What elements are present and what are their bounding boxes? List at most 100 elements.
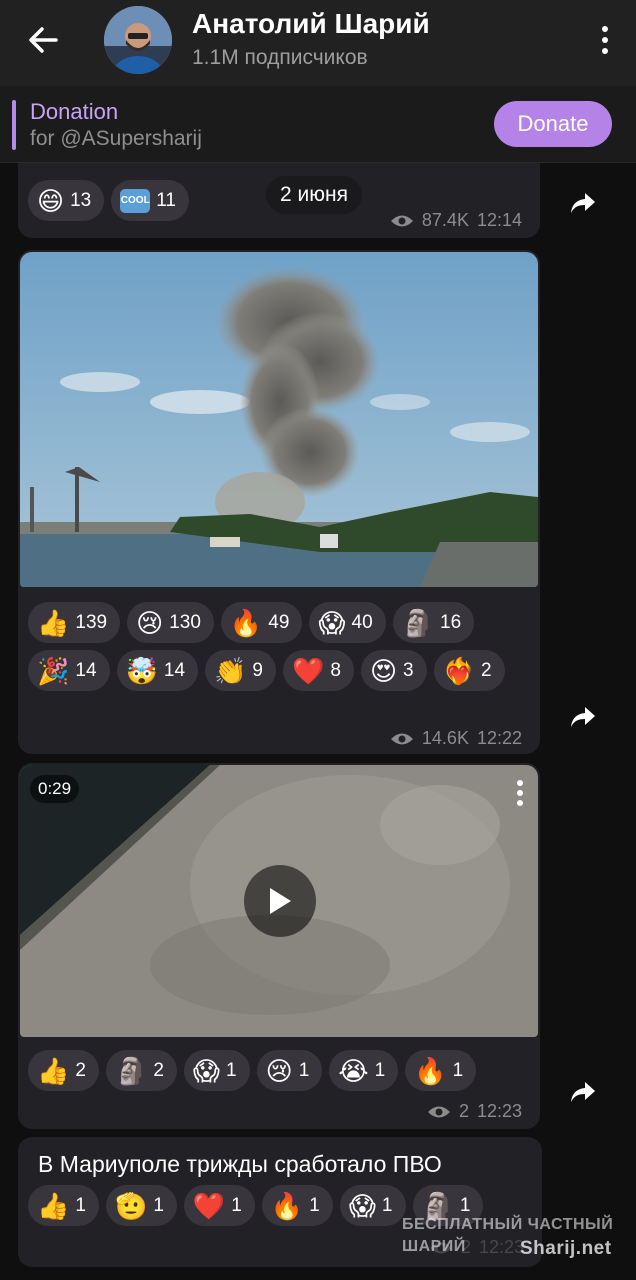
reactions-row: 😄 13 COOL 11	[28, 180, 189, 221]
share-arrow-icon	[571, 707, 595, 727]
reaction-count: 2	[481, 659, 492, 681]
screaming-emoji-icon: 😱	[318, 607, 346, 638]
view-count: 2	[458, 1101, 469, 1121]
share-button[interactable]	[560, 180, 606, 226]
play-icon	[270, 888, 291, 914]
message-meta: 2 12:23	[427, 1101, 522, 1122]
eye-icon	[427, 1106, 450, 1117]
share-arrow-icon	[571, 193, 595, 213]
message-meta: 87.4K 12:14	[390, 210, 522, 231]
thumbs-up-emoji-icon: 👍	[37, 1055, 70, 1086]
video-duration: 0:29	[30, 775, 80, 803]
reaction-count: 1	[298, 1059, 310, 1081]
screaming-emoji-icon: 😱	[192, 1055, 221, 1086]
telegram-channel-view: { "header": { "title": "Анатолий Шарий",…	[0, 0, 636, 1280]
reaction-count: 13	[70, 189, 92, 211]
reaction-chip[interactable]: ❤️ 1	[183, 1185, 255, 1226]
reaction-chip[interactable]: ❤️‍🔥 2	[433, 650, 505, 691]
reaction-count: 1	[153, 1194, 164, 1216]
reaction-chip[interactable]: 🗿 2	[105, 1050, 177, 1091]
fire-emoji-icon: 🔥	[270, 1190, 304, 1221]
reaction-chip[interactable]: 👏 9	[205, 650, 276, 691]
channel-avatar[interactable]	[104, 6, 172, 74]
photo-smoke-over-port[interactable]	[20, 252, 538, 587]
reaction-count: 49	[268, 611, 290, 633]
message-time: 12:22	[476, 728, 522, 748]
reaction-chip[interactable]: 😢 1	[256, 1050, 323, 1091]
donation-accent-line	[12, 100, 16, 150]
share-button[interactable]	[560, 694, 606, 740]
donation-title: Donation	[30, 99, 119, 124]
eye-icon	[390, 215, 413, 226]
reactions-row: 👍 2 🗿 2 😱 1 😢 1 😭 1 🔥 1	[28, 1050, 477, 1091]
reaction-chip[interactable]: 😄 13	[28, 180, 105, 221]
crying-emoji-icon: 😢	[265, 1055, 293, 1086]
message-time: 12:14	[476, 210, 522, 230]
message-text: В Мариуполе трижды сработало ПВО	[38, 1151, 442, 1177]
heart-emoji-icon: ❤️	[192, 1190, 226, 1221]
reaction-chip[interactable]: COOL 11	[111, 180, 189, 221]
fire-emoji-icon: 🔥	[414, 1055, 447, 1086]
reaction-count: 1	[309, 1194, 320, 1216]
reaction-count: 3	[403, 659, 414, 681]
reaction-chip[interactable]: ❤️ 8	[282, 650, 354, 691]
reaction-chip[interactable]: 😢 130	[127, 602, 214, 643]
screaming-emoji-icon: 😱	[348, 1190, 376, 1221]
heart-eyes-emoji-icon: 😍	[369, 655, 398, 686]
reaction-count: 130	[169, 611, 201, 633]
donate-button[interactable]: Donate	[494, 101, 612, 147]
video-concrete-surface[interactable]: 0:29	[20, 765, 538, 1037]
reaction-chip[interactable]: 👍 2	[28, 1050, 99, 1091]
reaction-chip[interactable]: 🔥 1	[405, 1050, 477, 1091]
heart-on-fire-emoji-icon: ❤️‍🔥	[442, 655, 475, 686]
reaction-count: 9	[252, 659, 263, 681]
reaction-chip[interactable]: 🎉 14	[28, 650, 110, 691]
reaction-chip[interactable]: 👍 139	[28, 602, 121, 643]
reaction-chip[interactable]: 😱 40	[309, 602, 386, 643]
share-arrow-icon	[571, 1082, 595, 1102]
crying-emoji-icon: 😢	[136, 607, 164, 638]
reaction-chip[interactable]: 👍 1	[28, 1185, 99, 1226]
reaction-count: 14	[75, 659, 97, 681]
reaction-chip[interactable]: 🗿 16	[392, 602, 475, 643]
reaction-count: 16	[440, 611, 462, 633]
eye-icon	[390, 733, 413, 744]
reaction-chip[interactable]: 😭 1	[329, 1050, 399, 1091]
exploding-head-emoji-icon: 🤯	[125, 655, 158, 686]
reaction-count: 1	[381, 1194, 393, 1216]
donation-bar[interactable]: Donation for @ASupersharij Donate	[0, 86, 636, 163]
share-button[interactable]	[560, 1069, 606, 1115]
loudly-crying-emoji-icon: 😭	[338, 1055, 369, 1086]
reaction-chip[interactable]: 🔥 1	[261, 1185, 333, 1226]
watermark-line1: БЕСПЛАТНЫЙ ЧАСТНЫЙ	[402, 1216, 614, 1233]
reaction-chip[interactable]: 😱 1	[183, 1050, 250, 1091]
thumbs-up-emoji-icon: 👍	[37, 1190, 70, 1221]
heart-emoji-icon: ❤️	[291, 655, 325, 686]
play-button[interactable]	[244, 865, 316, 937]
date-separator: 2 июня	[266, 176, 362, 214]
watermark: БЕСПЛАТНЫЙ ЧАСТНЫЙ ШАРИЙ Sharij.net	[402, 1214, 634, 1259]
reaction-chip[interactable]: 🤯 14	[116, 650, 199, 691]
clapping-emoji-icon: 👏	[214, 655, 247, 686]
reaction-count: 14	[163, 659, 186, 681]
fire-emoji-icon: 🔥	[229, 607, 263, 638]
moai-emoji-icon: 🗿	[114, 1055, 148, 1086]
reaction-count: 139	[75, 611, 108, 633]
reaction-count: 1	[452, 1059, 464, 1081]
reaction-chip[interactable]: 🫡 1	[105, 1185, 177, 1226]
view-count: 87.4K	[421, 210, 469, 230]
channel-title[interactable]: Анатолий Шарий	[192, 8, 430, 40]
donation-subtitle: for @ASupersharij	[30, 127, 202, 150]
reaction-chip[interactable]: 🔥 49	[220, 602, 303, 643]
reaction-chip[interactable]: 😍 3	[360, 650, 427, 691]
reaction-chip[interactable]: 😱 1	[339, 1185, 406, 1226]
chat-header: Анатолий Шарий 1.1M подписчиков	[0, 0, 636, 86]
reaction-count: 1	[226, 1059, 237, 1081]
reactions-row: 👍 139 😢 130 🔥 49 😱 40 🗿 16 🎉 14 🤯 14 👏 9 ❤️ 8 😍 3 …	[28, 602, 533, 691]
more-vertical-icon[interactable]	[598, 24, 612, 56]
message-meta: 14.6K 12:22	[390, 728, 522, 749]
reaction-count: 1	[374, 1059, 386, 1081]
back-arrow-icon[interactable]	[22, 22, 66, 58]
watermark-site: Sharij.net	[520, 1238, 612, 1259]
video-menu-icon[interactable]	[516, 779, 524, 807]
